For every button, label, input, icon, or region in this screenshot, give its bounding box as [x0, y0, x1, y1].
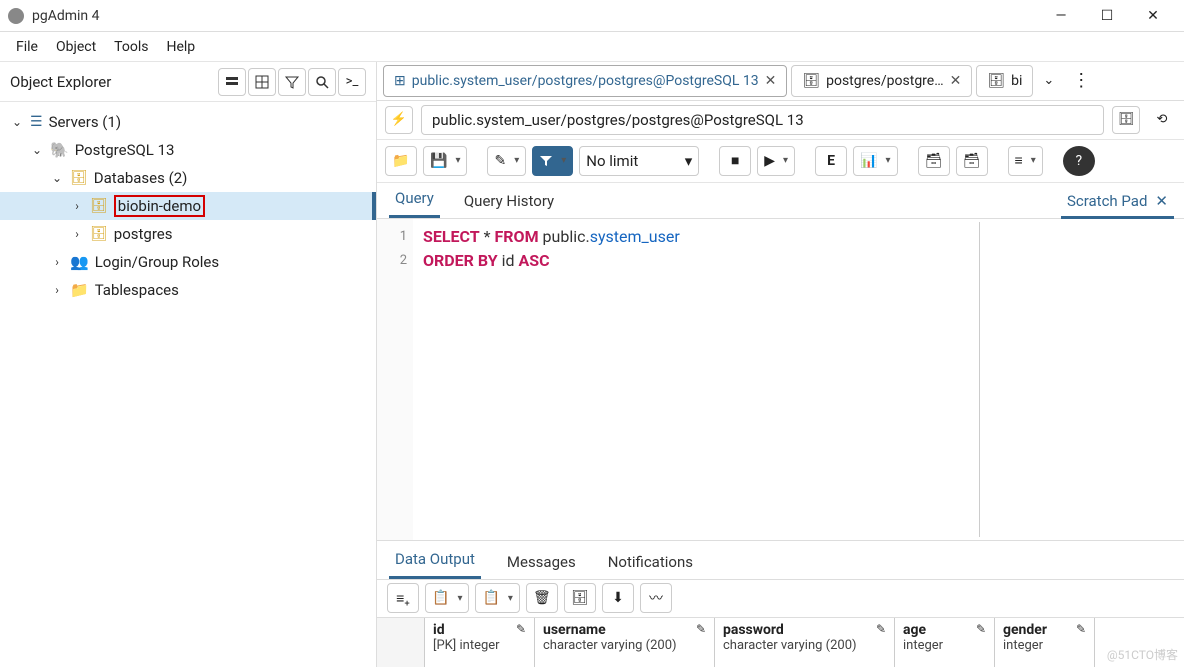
maximize-button[interactable]: ☐ — [1084, 1, 1130, 31]
connection-icon[interactable]: ⚡ — [385, 106, 413, 134]
line-gutter: 12 — [377, 219, 413, 540]
execute-button[interactable]: ▶ — [757, 146, 795, 176]
editor-tabs: ⊞public.system_user/postgres/postgres@Po… — [377, 62, 1184, 101]
toolbar: 📁 💾 ✎ No limit▾ ■ ▶ E 📊 🗃 🗃 ≡ ? — [377, 140, 1184, 183]
close-icon[interactable]: ✕ — [1155, 192, 1168, 210]
paste-icon[interactable]: 📋 — [475, 583, 519, 613]
close-button[interactable]: ✕ — [1130, 1, 1176, 31]
content-area: ⊞public.system_user/postgres/postgres@Po… — [377, 62, 1184, 667]
watermark: @51CTO博客 — [1107, 646, 1178, 663]
tab-3[interactable]: 🗄bi — [976, 65, 1033, 97]
menu-file[interactable]: File — [8, 35, 46, 59]
tree: ⌄☰Servers (1) ⌄🐘PostgreSQL 13 ⌄🗄Database… — [0, 102, 376, 310]
app-icon — [8, 8, 24, 24]
window-title: pgAdmin 4 — [32, 8, 1038, 24]
copy-icon[interactable]: 📋 — [425, 583, 469, 613]
tab-query-history[interactable]: Query History — [458, 184, 560, 218]
sidebar-title: Object Explorer — [10, 73, 111, 91]
analyze-button[interactable]: 📊 — [853, 146, 897, 176]
tabs-more-icon[interactable]: ⋮ — [1064, 70, 1098, 91]
filter-button[interactable] — [532, 146, 573, 176]
edit-icon[interactable]: ✎ — [976, 622, 986, 636]
minimize-button[interactable]: — — [1038, 1, 1084, 31]
tab-notifications[interactable]: Notifications — [602, 545, 699, 579]
save-data-icon[interactable]: 🗄 — [564, 583, 596, 613]
output-toolbar: ≡₊ 📋 📋 🗑 🗄 ⬇ 〰 — [377, 580, 1184, 619]
tab-2[interactable]: 🗄postgres/postgre…✕ — [791, 65, 972, 97]
menubar: File Object Tools Help — [0, 32, 1184, 62]
scratch-pad-panel — [979, 222, 1184, 537]
edit-icon[interactable]: ✎ — [876, 622, 886, 636]
edit-icon[interactable]: ✎ — [696, 622, 706, 636]
open-icon[interactable]: 📁 — [385, 146, 417, 176]
row-header — [377, 618, 425, 667]
data-grid[interactable]: id[PK] integer✎ usernamecharacter varyin… — [377, 618, 1184, 667]
stop-button[interactable]: ■ — [719, 146, 751, 176]
menu-object[interactable]: Object — [48, 35, 104, 59]
col-password[interactable]: passwordcharacter varying (200)✎ — [715, 618, 895, 667]
tree-tablespaces[interactable]: ›📁Tablespaces — [0, 276, 376, 304]
scratch-pad-tab[interactable]: Scratch Pad✕ — [1061, 186, 1174, 219]
tab-1[interactable]: ⊞public.system_user/postgres/postgres@Po… — [383, 65, 787, 97]
output-tabs: Data Output Messages Notifications — [377, 541, 1184, 580]
macros-button[interactable]: ≡ — [1008, 146, 1043, 176]
tab-messages[interactable]: Messages — [501, 545, 582, 579]
tree-postgresql[interactable]: ⌄🐘PostgreSQL 13 — [0, 136, 376, 164]
close-icon[interactable]: ✕ — [950, 73, 962, 89]
edit-button[interactable]: ✎ — [487, 146, 526, 176]
server-icon[interactable] — [218, 68, 246, 96]
limit-select[interactable]: No limit▾ — [579, 146, 699, 176]
tab-data-output[interactable]: Data Output — [389, 542, 481, 579]
window-controls: — ☐ ✕ — [1038, 1, 1176, 31]
refresh-icon[interactable]: ⟲ — [1148, 106, 1176, 134]
col-age[interactable]: ageinteger✎ — [895, 618, 995, 667]
connection-path[interactable]: public.system_user/postgres/postgres@Pos… — [421, 105, 1104, 135]
col-gender[interactable]: genderinteger✎ — [995, 618, 1095, 667]
tree-db-biobin[interactable]: ›🗄biobin-demo — [0, 192, 376, 220]
grid-icon[interactable] — [248, 68, 276, 96]
commit-button[interactable]: 🗃 — [918, 146, 950, 176]
save-button[interactable]: 💾 — [423, 146, 467, 176]
connection-bar: ⚡ public.system_user/postgres/postgres@P… — [377, 101, 1184, 140]
close-icon[interactable]: ✕ — [765, 73, 777, 89]
tabs-chevron-icon[interactable]: ⌄ — [1037, 73, 1060, 88]
col-id[interactable]: id[PK] integer✎ — [425, 618, 535, 667]
object-explorer: Object Explorer >_ ⌄☰Servers (1) ⌄🐘Postg… — [0, 62, 377, 667]
tree-roles[interactable]: ›👥Login/Group Roles — [0, 248, 376, 276]
tree-servers[interactable]: ⌄☰Servers (1) — [0, 108, 376, 136]
explain-button[interactable]: E — [815, 146, 847, 176]
edit-icon[interactable]: ✎ — [516, 622, 526, 636]
rollback-button[interactable]: 🗃 — [956, 146, 988, 176]
tab-query[interactable]: Query — [389, 181, 440, 218]
titlebar: pgAdmin 4 — ☐ ✕ — [0, 0, 1184, 32]
search-icon[interactable] — [308, 68, 336, 96]
tree-databases[interactable]: ⌄🗄Databases (2) — [0, 164, 376, 192]
db-icon[interactable]: 🗄 — [1112, 106, 1140, 134]
graph-icon[interactable]: 〰 — [640, 583, 672, 613]
menu-help[interactable]: Help — [158, 35, 203, 59]
filter-icon[interactable] — [278, 68, 306, 96]
add-row-icon[interactable]: ≡₊ — [387, 583, 419, 613]
tree-db-postgres[interactable]: ›🗄postgres — [0, 220, 376, 248]
delete-icon[interactable]: 🗑 — [526, 583, 558, 613]
menu-tools[interactable]: Tools — [106, 35, 156, 59]
edit-icon[interactable]: ✎ — [1076, 622, 1086, 636]
download-icon[interactable]: ⬇ — [602, 583, 634, 613]
terminal-icon[interactable]: >_ — [338, 68, 366, 96]
help-button[interactable]: ? — [1063, 146, 1095, 176]
col-username[interactable]: usernamecharacter varying (200)✎ — [535, 618, 715, 667]
